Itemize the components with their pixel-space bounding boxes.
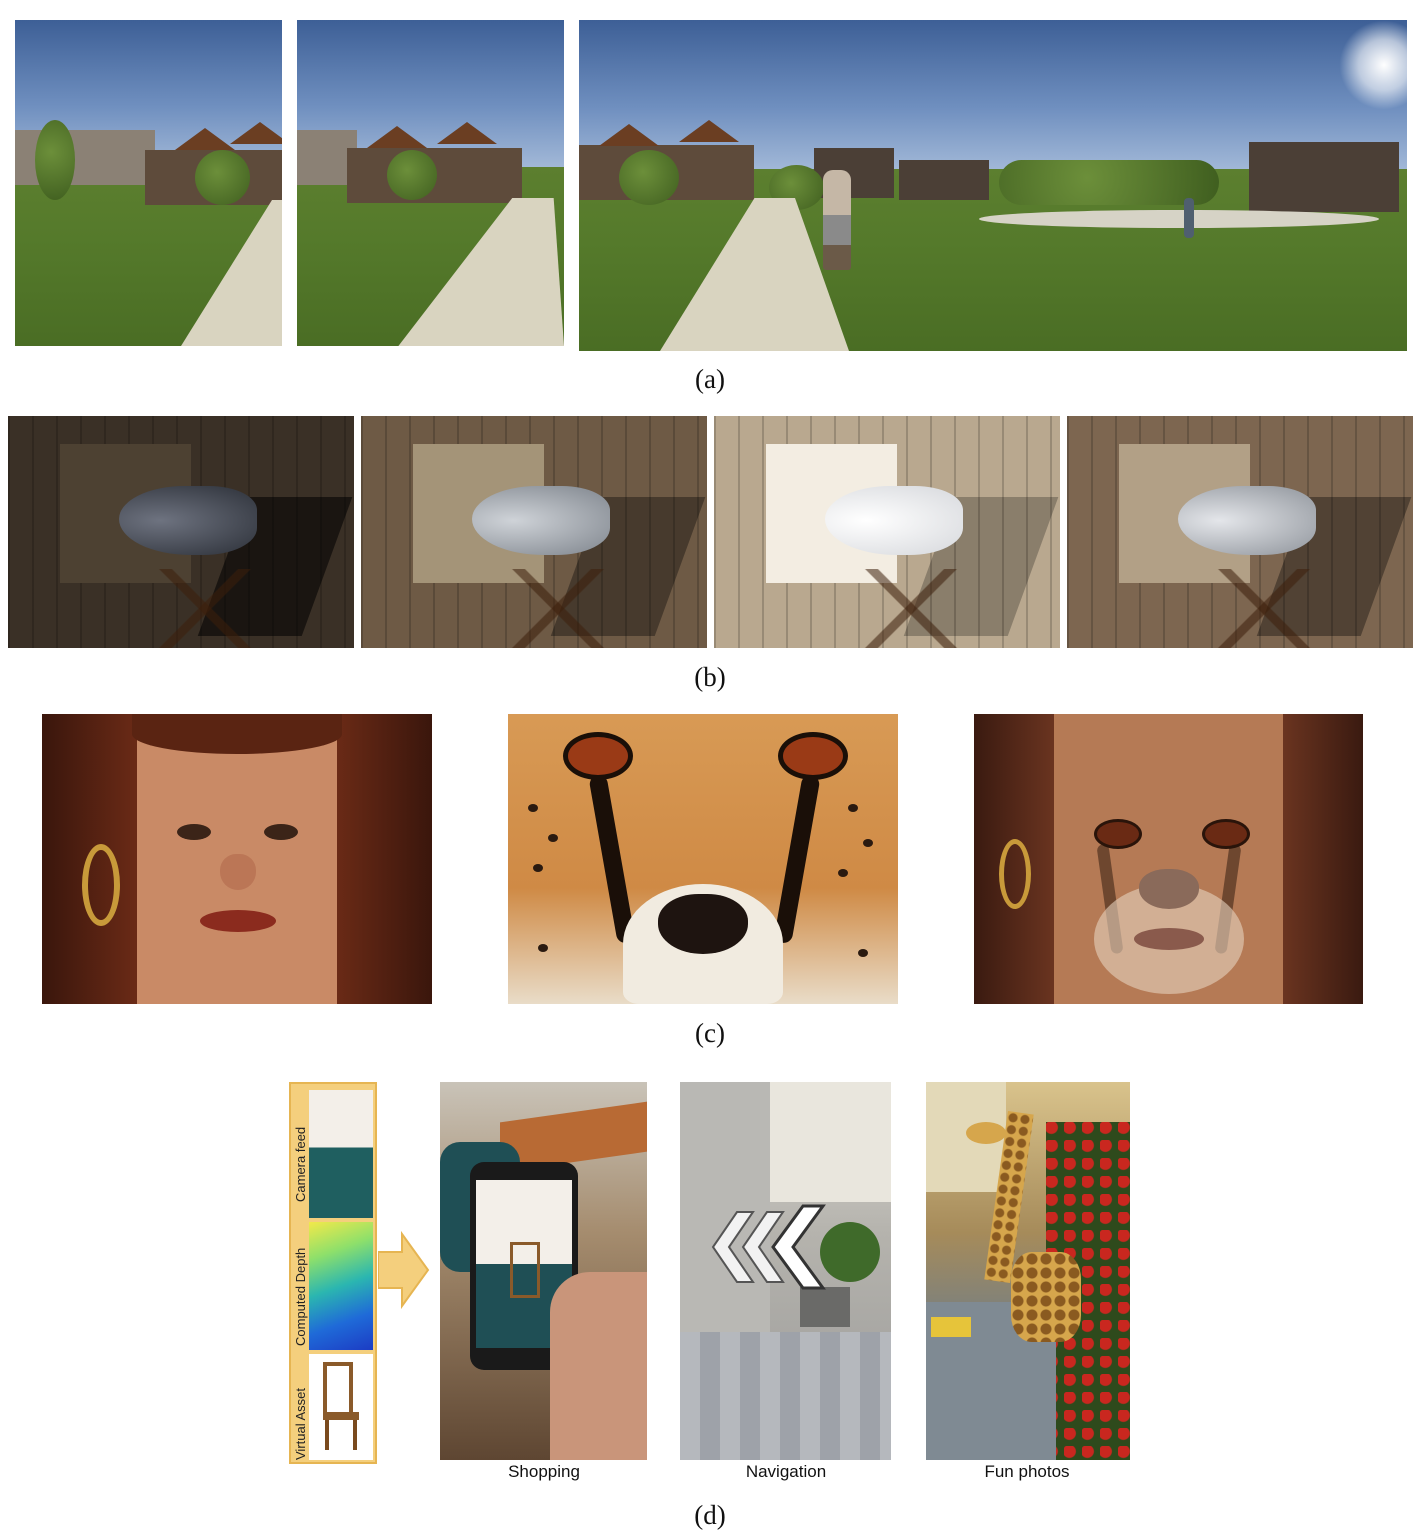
ar-pipeline-panel: Camera feed Computed Depth Virtual Asset bbox=[289, 1082, 377, 1464]
caption-c: (c) bbox=[695, 1018, 725, 1048]
standing-person bbox=[823, 170, 851, 270]
fun-photos-ar-photo bbox=[926, 1082, 1130, 1460]
shopping-label: Shopping bbox=[508, 1462, 580, 1481]
navigation-arrows bbox=[711, 1204, 826, 1290]
horse-exposure-fused bbox=[1067, 416, 1413, 648]
horse-exposure-mid bbox=[361, 416, 707, 648]
horse-exposure-dark bbox=[8, 416, 354, 648]
shopping-ar-photo bbox=[440, 1082, 647, 1460]
campus-photo-middle bbox=[297, 20, 564, 346]
woman-face-photo bbox=[42, 714, 432, 1004]
distant-person bbox=[1184, 198, 1194, 238]
hand bbox=[550, 1272, 647, 1460]
caption-a: (a) bbox=[695, 364, 725, 394]
campus-panorama bbox=[579, 20, 1407, 351]
navigation-ar-photo bbox=[680, 1082, 891, 1460]
camera-feed-label: Camera feed bbox=[293, 1126, 308, 1202]
cheetah-face-photo bbox=[508, 714, 898, 1004]
virtual-asset-label: Virtual Asset bbox=[293, 1387, 308, 1460]
depth-map-thumbnail bbox=[309, 1222, 373, 1350]
chair-asset-thumbnail bbox=[309, 1354, 373, 1460]
computed-depth-label: Computed Depth bbox=[293, 1247, 308, 1346]
horse-exposure-bright bbox=[714, 416, 1060, 648]
camera-feed-thumbnail bbox=[309, 1090, 373, 1218]
fun-photos-label: Fun photos bbox=[984, 1462, 1070, 1481]
pipeline-arrow bbox=[378, 1230, 430, 1310]
caption-d: (d) bbox=[694, 1500, 726, 1530]
campus-photo-left bbox=[15, 20, 282, 346]
caption-b: (b) bbox=[694, 662, 726, 692]
navigation-label: Navigation bbox=[745, 1462, 827, 1481]
morphed-face-photo bbox=[974, 714, 1363, 1004]
